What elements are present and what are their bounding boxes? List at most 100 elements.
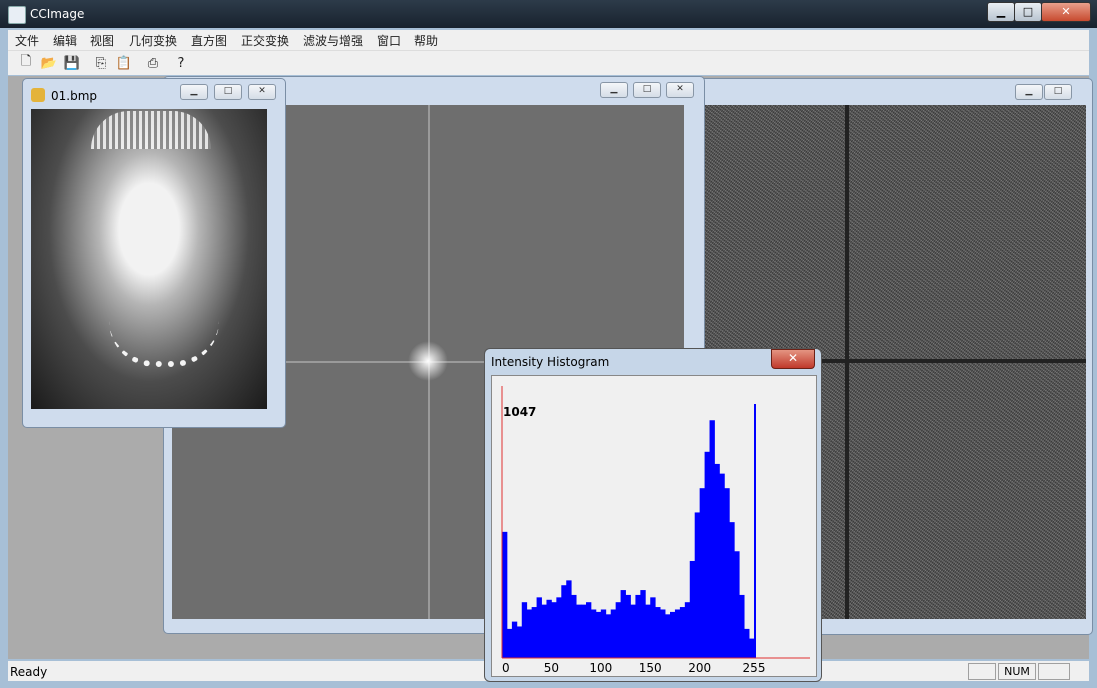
histogram-bar — [590, 609, 597, 658]
menu-bar: 文件 编辑 视图 几何变换 直方图 正交变换 滤波与增强 窗口 帮助 — [8, 30, 1089, 50]
child-minimize-button[interactable]: ▁ — [1015, 84, 1043, 100]
x-tick-label: 150 — [639, 661, 662, 675]
child-minimize-button[interactable]: ▁ — [600, 82, 628, 98]
histogram-bar — [660, 609, 666, 658]
copy-icon[interactable]: ⎘ — [92, 54, 110, 72]
x-tick-label: 100 — [589, 661, 612, 675]
child-maximize-button[interactable]: □ — [1044, 84, 1072, 100]
image-window-title: 01.bmp — [51, 89, 98, 103]
histogram-bar — [630, 604, 636, 658]
menu-window[interactable]: 窗口 — [377, 32, 401, 49]
histogram-bar — [655, 607, 661, 658]
histogram-bar — [670, 611, 676, 658]
paste-icon[interactable]: 📋 — [115, 54, 133, 72]
close-button[interactable]: ✕ — [1041, 2, 1091, 22]
histogram-bar — [679, 607, 686, 658]
histogram-bar — [684, 602, 691, 658]
histogram-bar — [571, 594, 577, 658]
histogram-bar — [502, 531, 508, 658]
histogram-bar — [640, 590, 646, 658]
menu-edit[interactable]: 编辑 — [53, 32, 77, 49]
histogram-bar — [526, 609, 533, 658]
histogram-bar — [511, 621, 518, 658]
histogram-bar — [744, 628, 750, 658]
histogram-bar — [595, 611, 602, 658]
histogram-bar — [586, 602, 592, 658]
histogram-bar — [536, 597, 542, 658]
menu-view[interactable]: 视图 — [90, 32, 114, 49]
histogram-bar — [699, 488, 705, 658]
histogram-bar — [531, 607, 537, 658]
histogram-bar — [650, 597, 656, 658]
menu-histogram[interactable]: 直方图 — [191, 32, 227, 49]
histogram-bar — [506, 628, 513, 658]
image-file-icon — [31, 88, 45, 102]
x-tick-labels: 0 50 100 150 200 255 — [502, 661, 765, 675]
menu-geometric-transform[interactable]: 几何变换 — [129, 32, 177, 49]
histogram-bar — [719, 473, 725, 658]
portrait-image — [31, 109, 267, 409]
histogram-bar — [704, 451, 710, 658]
histogram-bar — [620, 590, 626, 658]
histogram-bar — [739, 594, 745, 658]
print-icon[interactable]: ⎙ — [144, 54, 162, 72]
histogram-close-button[interactable]: ✕ — [771, 349, 815, 369]
menu-file[interactable]: 文件 — [15, 32, 39, 49]
histogram-plot: 1047 0 50 100 150 200 255 — [491, 375, 817, 677]
histogram-bar — [689, 560, 696, 658]
histogram-bar — [724, 488, 730, 658]
image-window[interactable]: 01.bmp ▁ □ ✕ — [22, 78, 286, 428]
child-close-button[interactable]: ✕ — [666, 82, 694, 98]
save-icon[interactable]: 💾 — [63, 54, 81, 72]
x-tick-label: 0 — [502, 661, 510, 675]
histogram-dialog[interactable]: Intensity Histogram ✕ 1047 0 50 100 150 200 2… — [484, 348, 822, 682]
histogram-bar — [674, 609, 681, 658]
maximize-button[interactable]: □ — [1014, 2, 1042, 22]
histogram-bar — [556, 597, 562, 658]
histogram-bar — [734, 551, 740, 658]
histogram-bar — [551, 602, 557, 658]
status-pane-num: NUM — [998, 663, 1036, 680]
histogram-bar — [546, 599, 552, 658]
minimize-button[interactable]: ▁ — [987, 2, 1015, 22]
child-minimize-button[interactable]: ▁ — [180, 84, 208, 100]
histogram-bar — [581, 604, 587, 658]
status-pane-scroll — [1038, 663, 1070, 680]
histogram-chart: 1047 0 50 100 150 200 255 — [501, 386, 810, 675]
histogram-bar — [749, 638, 755, 658]
histogram-bar — [714, 463, 720, 658]
histogram-title: Intensity Histogram — [491, 355, 610, 369]
histogram-bar — [516, 626, 523, 658]
app-window: CCImage ▁ □ ✕ 文件 编辑 视图 几何变换 直方图 正交变换 滤波与… — [0, 0, 1097, 688]
app-icon — [8, 6, 26, 24]
new-file-icon[interactable]: 🗋 — [17, 54, 35, 72]
x-tick-label: 50 — [544, 661, 559, 675]
help-icon[interactable]: ? — [172, 54, 190, 72]
histogram-bars — [502, 404, 756, 658]
open-folder-icon[interactable]: 📂 — [40, 54, 58, 72]
histogram-bar — [615, 602, 621, 658]
child-close-button[interactable]: ✕ — [248, 84, 276, 100]
histogram-bar — [754, 404, 756, 658]
menu-orthogonal-transform[interactable]: 正交变换 — [241, 32, 289, 49]
max-value-label: 1047 — [503, 405, 536, 419]
histogram-bar — [600, 609, 607, 658]
app-title: CCImage — [30, 7, 85, 21]
histogram-bar — [635, 594, 641, 658]
status-pane-caps — [968, 663, 996, 680]
necklace-shape — [109, 321, 219, 367]
menu-filter-enhance[interactable]: 滤波与增强 — [303, 32, 363, 49]
menu-help[interactable]: 帮助 — [414, 32, 438, 49]
histogram-bar — [610, 609, 617, 658]
child-maximize-button[interactable]: □ — [214, 84, 242, 100]
status-text: Ready — [10, 665, 48, 679]
histogram-bar — [645, 604, 651, 658]
child-maximize-button[interactable]: □ — [633, 82, 661, 98]
histogram-bar — [625, 594, 631, 658]
histogram-bar — [665, 614, 671, 658]
title-bar: CCImage ▁ □ ✕ — [0, 0, 1097, 28]
tiara-shape — [91, 111, 211, 149]
histogram-bar — [541, 604, 547, 658]
histogram-bar — [521, 602, 528, 658]
histogram-bar — [694, 512, 701, 658]
